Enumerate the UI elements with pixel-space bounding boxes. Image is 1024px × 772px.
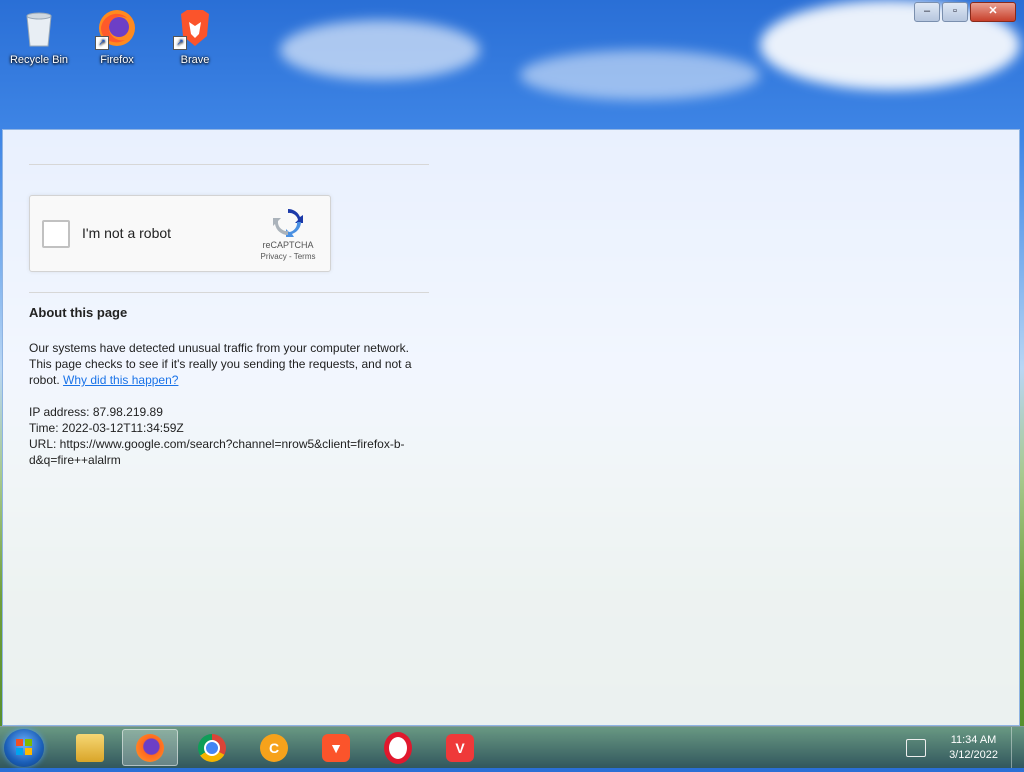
minimize-button[interactable]: – <box>914 2 940 22</box>
about-heading: About this page <box>29 305 128 320</box>
taskbar: C ▼ V 11:34 AM 3/12/2022 <box>0 726 1024 768</box>
start-button[interactable] <box>4 729 44 767</box>
recaptcha-icon <box>273 209 303 237</box>
brave-icon: ▼ <box>322 733 350 762</box>
folder-icon <box>76 733 104 762</box>
captcha-page: I'm not a robot reCAPTCHA Privacy - Term… <box>29 164 429 468</box>
taskbar-vivaldi[interactable]: V <box>432 729 488 766</box>
desktop-icon-brave[interactable]: ↗ Brave <box>160 6 230 66</box>
brave-icon: ↗ <box>173 6 217 50</box>
network-icon[interactable] <box>906 739 926 757</box>
divider <box>29 164 429 165</box>
windows-logo-icon <box>16 739 32 755</box>
shortcut-arrow-icon: ↗ <box>173 36 187 50</box>
ccleaner-icon: C <box>260 733 288 762</box>
taskbar-firefox[interactable] <box>122 729 178 766</box>
recaptcha-checkbox[interactable] <box>42 220 70 248</box>
taskbar-brave[interactable]: ▼ <box>308 729 364 766</box>
request-time: Time: 2022-03-12T11:34:59Z <box>29 421 184 435</box>
desktop-icon-firefox[interactable]: ↗ Firefox <box>82 6 152 66</box>
cloud <box>520 50 760 100</box>
window-caption-buttons: – ▫ ✕ <box>914 2 1016 22</box>
desktop-icon-label: Recycle Bin <box>9 54 69 66</box>
chrome-icon <box>198 733 226 762</box>
request-url: URL: https://www.google.com/search?chann… <box>29 437 405 467</box>
maximize-button[interactable]: ▫ <box>942 2 968 22</box>
opera-icon <box>384 731 412 764</box>
desktop-icon-recycle-bin[interactable]: Recycle Bin <box>4 6 74 66</box>
cloud <box>280 20 480 80</box>
recaptcha-logo: reCAPTCHA Privacy - Terms <box>258 206 318 261</box>
why-did-this-happen-link[interactable]: Why did this happen? <box>63 373 178 387</box>
firefox-icon <box>136 733 164 762</box>
close-button[interactable]: ✕ <box>970 2 1016 22</box>
recaptcha-widget: I'm not a robot reCAPTCHA Privacy - Term… <box>29 195 331 272</box>
show-desktop-button[interactable] <box>1011 727 1024 768</box>
taskbar-chrome[interactable] <box>184 729 240 766</box>
firefox-icon: ↗ <box>95 6 139 50</box>
clock-time: 11:34 AM <box>950 734 997 746</box>
desktop-icon-label: Brave <box>180 54 210 66</box>
taskbar-ccleaner[interactable]: C <box>246 729 302 766</box>
recaptcha-brand: reCAPTCHA <box>262 240 314 250</box>
desktop-icon-label: Firefox <box>100 54 134 66</box>
divider <box>29 292 429 293</box>
clock[interactable]: 11:34 AM 3/12/2022 <box>949 733 998 763</box>
taskbar-opera[interactable] <box>370 729 426 766</box>
recaptcha-privacy-terms-link[interactable]: Privacy - Terms <box>258 252 318 261</box>
vivaldi-icon: V <box>446 733 474 762</box>
unusual-traffic-message: Our systems have detected unusual traffi… <box>29 340 429 388</box>
system-tray: 11:34 AM 3/12/2022 <box>894 727 1024 768</box>
shortcut-arrow-icon: ↗ <box>95 36 109 50</box>
browser-window: I'm not a robot reCAPTCHA Privacy - Term… <box>2 129 1020 726</box>
recycle-bin-icon <box>17 6 61 50</box>
ip-address: IP address: 87.98.219.89 <box>29 405 163 419</box>
taskbar-file-explorer[interactable] <box>62 729 118 766</box>
clock-date: 3/12/2022 <box>949 749 998 761</box>
request-details: IP address: 87.98.219.89 Time: 2022-03-1… <box>29 404 429 468</box>
recaptcha-label: I'm not a robot <box>82 225 172 241</box>
